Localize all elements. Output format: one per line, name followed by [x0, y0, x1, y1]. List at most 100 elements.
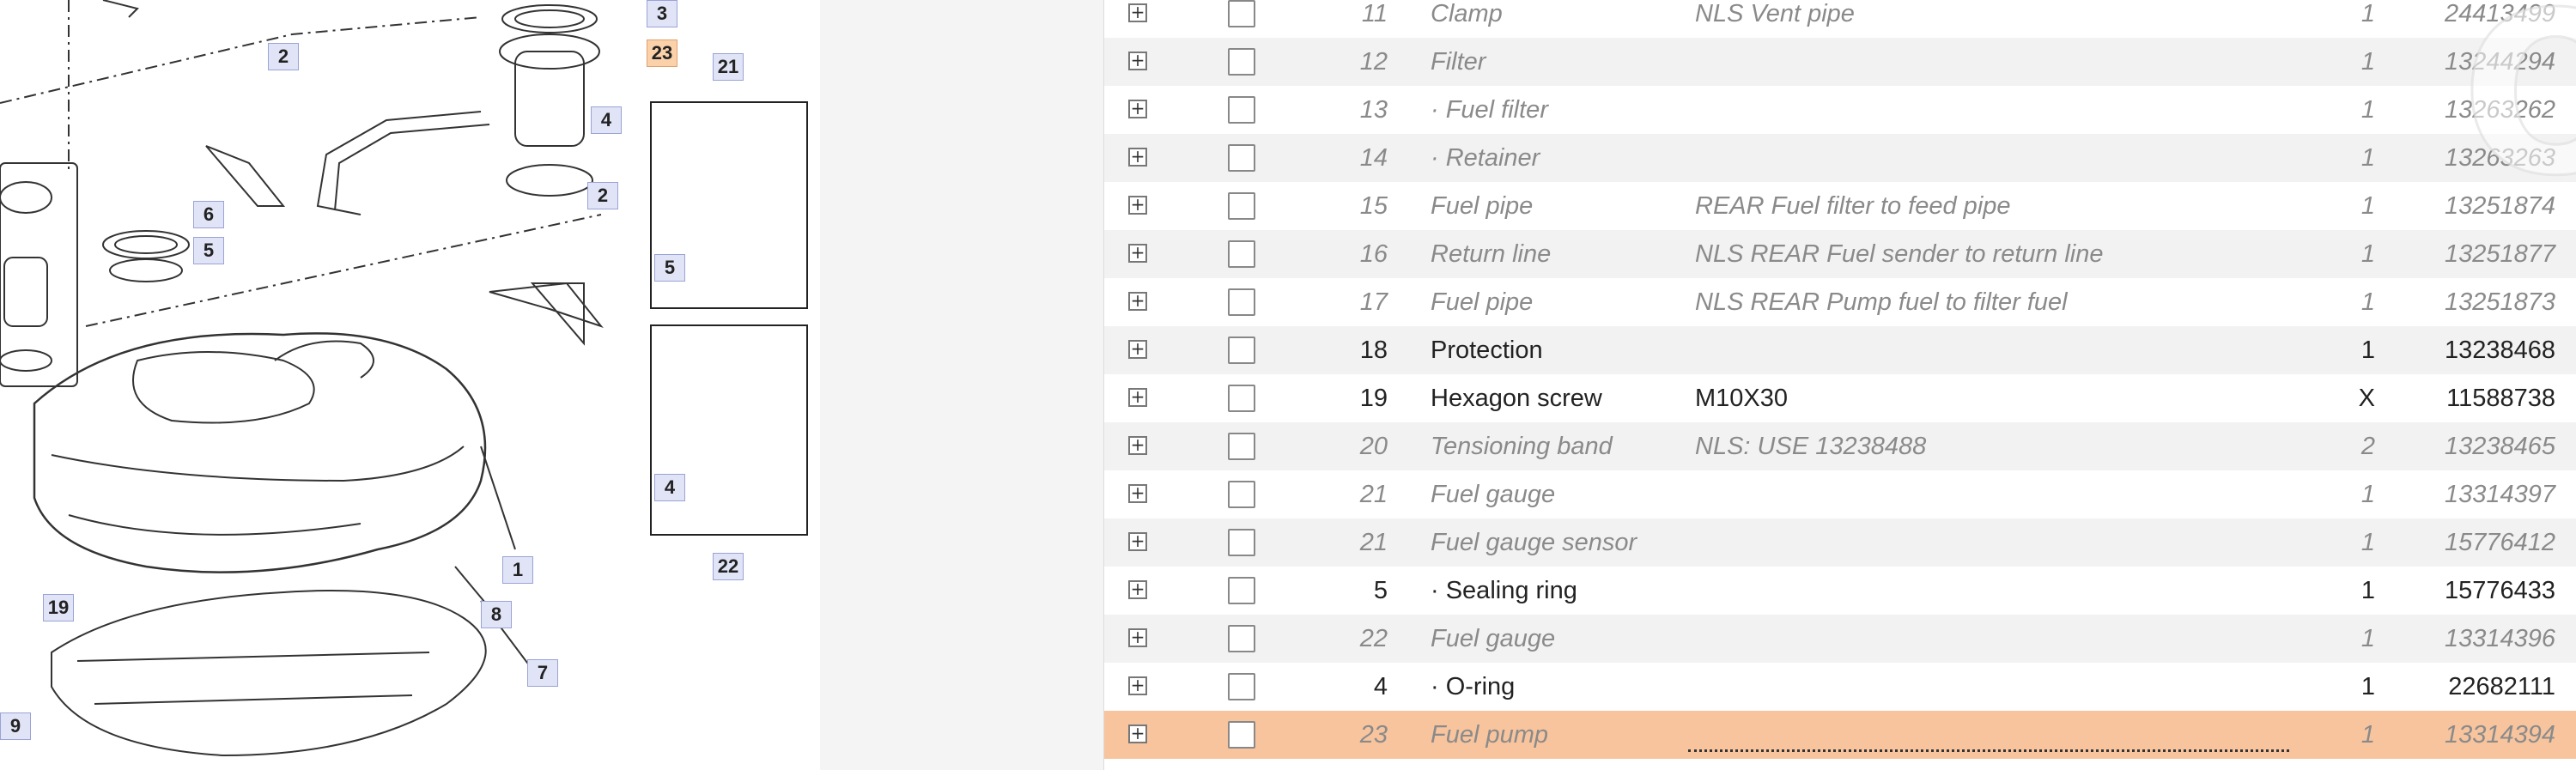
row-checkbox[interactable] — [1228, 673, 1255, 700]
row-checkbox[interactable] — [1228, 529, 1255, 556]
expand-icon[interactable]: + — [1128, 292, 1147, 311]
expand-icon[interactable]: + — [1128, 196, 1147, 215]
part-note: M10X30 — [1695, 385, 1789, 412]
expand-icon[interactable]: + — [1128, 676, 1147, 695]
part-number: 13314394 — [2444, 721, 2555, 749]
row-checkbox[interactable] — [1228, 577, 1255, 604]
table-row[interactable]: +23 Fuel pump 1 13314394 — [1104, 711, 2576, 759]
row-checkbox[interactable] — [1228, 144, 1255, 172]
callout-label[interactable]: 3 — [647, 0, 677, 27]
table-row[interactable]: +13 · Fuel filter 1 13263262 — [1104, 86, 2576, 134]
part-number: 13251877 — [2444, 240, 2555, 268]
part-name: Fuel gauge — [1431, 625, 1556, 652]
table-row[interactable]: +21 Fuel gauge sensor 1 15776412 — [1104, 518, 2576, 567]
row-checkbox[interactable] — [1228, 288, 1255, 316]
part-number: 13251873 — [2444, 288, 2555, 316]
part-name: Hexagon screw — [1431, 385, 1602, 412]
expand-icon[interactable]: + — [1128, 580, 1147, 599]
expand-icon[interactable]: + — [1128, 52, 1147, 70]
part-name: Fuel pipe — [1431, 288, 1534, 316]
expand-icon[interactable]: + — [1128, 484, 1147, 503]
part-name: Tensioning band — [1431, 433, 1613, 460]
expand-icon[interactable]: + — [1128, 436, 1147, 455]
quantity: 1 — [2360, 48, 2375, 76]
expand-icon[interactable]: + — [1128, 3, 1147, 22]
part-name: Filter — [1431, 48, 1486, 76]
callout-label[interactable]: 9 — [0, 712, 31, 740]
quantity: 1 — [2360, 529, 2375, 556]
callout-label[interactable]: 21 — [713, 53, 744, 81]
position-number: 21 — [1359, 529, 1388, 556]
callout-label[interactable]: 2 — [268, 43, 299, 70]
callout-label[interactable]: 6 — [193, 201, 224, 228]
table-row[interactable]: +4 · O-ring 1 22682111 — [1104, 663, 2576, 711]
expand-icon[interactable]: + — [1128, 532, 1147, 551]
callout-label[interactable]: 1 — [502, 556, 533, 584]
table-row[interactable]: +12 Filter 1 13244294 — [1104, 38, 2576, 86]
row-checkbox[interactable] — [1228, 48, 1255, 76]
callout-label[interactable]: 19 — [43, 594, 74, 621]
position-number: 22 — [1359, 625, 1388, 652]
table-row[interactable]: +11 Clamp NLS Vent pipe 1 24413499 — [1104, 0, 2576, 38]
row-checkbox[interactable] — [1228, 385, 1255, 412]
callout-label[interactable]: 5 — [654, 254, 685, 282]
position-number: 16 — [1359, 240, 1388, 268]
expand-icon[interactable]: + — [1128, 148, 1147, 167]
part-number: 15776412 — [2444, 529, 2555, 556]
callout-label[interactable]: 2 — [587, 182, 618, 209]
position-number: 15 — [1359, 192, 1388, 220]
table-row[interactable]: +15 Fuel pipe REAR Fuel filter to feed pip… — [1104, 182, 2576, 230]
part-name: · Sealing ring — [1431, 577, 1577, 604]
callout-label[interactable]: 4 — [591, 106, 622, 134]
expand-icon[interactable]: + — [1128, 725, 1147, 743]
table-row[interactable]: +22 Fuel gauge 1 13314396 — [1104, 615, 2576, 663]
row-checkbox[interactable] — [1228, 240, 1255, 268]
row-checkbox[interactable] — [1228, 721, 1255, 749]
part-name: Clamp — [1431, 0, 1503, 27]
table-row[interactable]: +17 Fuel pipe NLS REAR Pump fuel to filter… — [1104, 278, 2576, 326]
callout-label[interactable]: 4 — [654, 474, 685, 501]
position-number: 12 — [1359, 48, 1388, 76]
part-number: 24413499 — [2444, 0, 2555, 27]
position-number: 13 — [1359, 96, 1388, 124]
row-checkbox[interactable] — [1228, 433, 1255, 460]
row-checkbox[interactable] — [1228, 192, 1255, 220]
expand-icon[interactable]: + — [1128, 244, 1147, 263]
row-checkbox[interactable] — [1228, 0, 1255, 27]
callout-label[interactable]: 22 — [713, 553, 744, 580]
row-checkbox[interactable] — [1228, 96, 1255, 124]
quantity: 1 — [2360, 144, 2375, 172]
part-name: Fuel pipe — [1431, 192, 1534, 220]
part-number: 13238468 — [2444, 336, 2555, 364]
part-number: 13314397 — [2444, 481, 2555, 508]
quantity: 1 — [2360, 288, 2375, 316]
table-row[interactable]: +5 · Sealing ring 1 15776433 — [1104, 567, 2576, 615]
expand-icon[interactable]: + — [1128, 340, 1147, 359]
position-number: 21 — [1359, 481, 1388, 508]
table-row[interactable]: +16 Return line NLS REAR Fuel sender to re… — [1104, 230, 2576, 278]
callout-label[interactable]: 8 — [481, 601, 512, 628]
scroll-gutter — [820, 0, 1103, 770]
callout-label-highlighted[interactable]: 23 — [647, 39, 677, 67]
quantity: 1 — [2360, 673, 2375, 700]
quantity: 1 — [2360, 0, 2375, 27]
position-number: 23 — [1359, 721, 1388, 749]
table-row[interactable]: +19 Hexagon screw M10X30 X 11588738 — [1104, 374, 2576, 422]
expand-icon[interactable]: + — [1128, 628, 1147, 647]
callout-label[interactable]: 7 — [527, 659, 558, 687]
position-number: 20 — [1359, 433, 1388, 460]
table-row[interactable]: +20 Tensioning band NLS: USE 13238488 2 1323… — [1104, 422, 2576, 470]
position-number: 11 — [1361, 0, 1388, 27]
row-checkbox[interactable] — [1228, 336, 1255, 364]
table-row[interactable]: +18 Protection 1 13238468 — [1104, 326, 2576, 374]
expand-icon[interactable]: + — [1128, 388, 1147, 407]
callout-label[interactable]: 5 — [193, 237, 224, 264]
row-checkbox[interactable] — [1228, 625, 1255, 652]
table-row[interactable]: +21 Fuel gauge 1 13314397 — [1104, 470, 2576, 518]
expand-icon[interactable]: + — [1128, 100, 1147, 118]
part-name: · Retainer — [1431, 144, 1540, 172]
table-row[interactable]: +14 · Retainer 1 13263263 — [1104, 134, 2576, 182]
row-checkbox[interactable] — [1228, 481, 1255, 508]
part-number: 13251874 — [2444, 192, 2555, 220]
position-number: 14 — [1359, 144, 1388, 172]
